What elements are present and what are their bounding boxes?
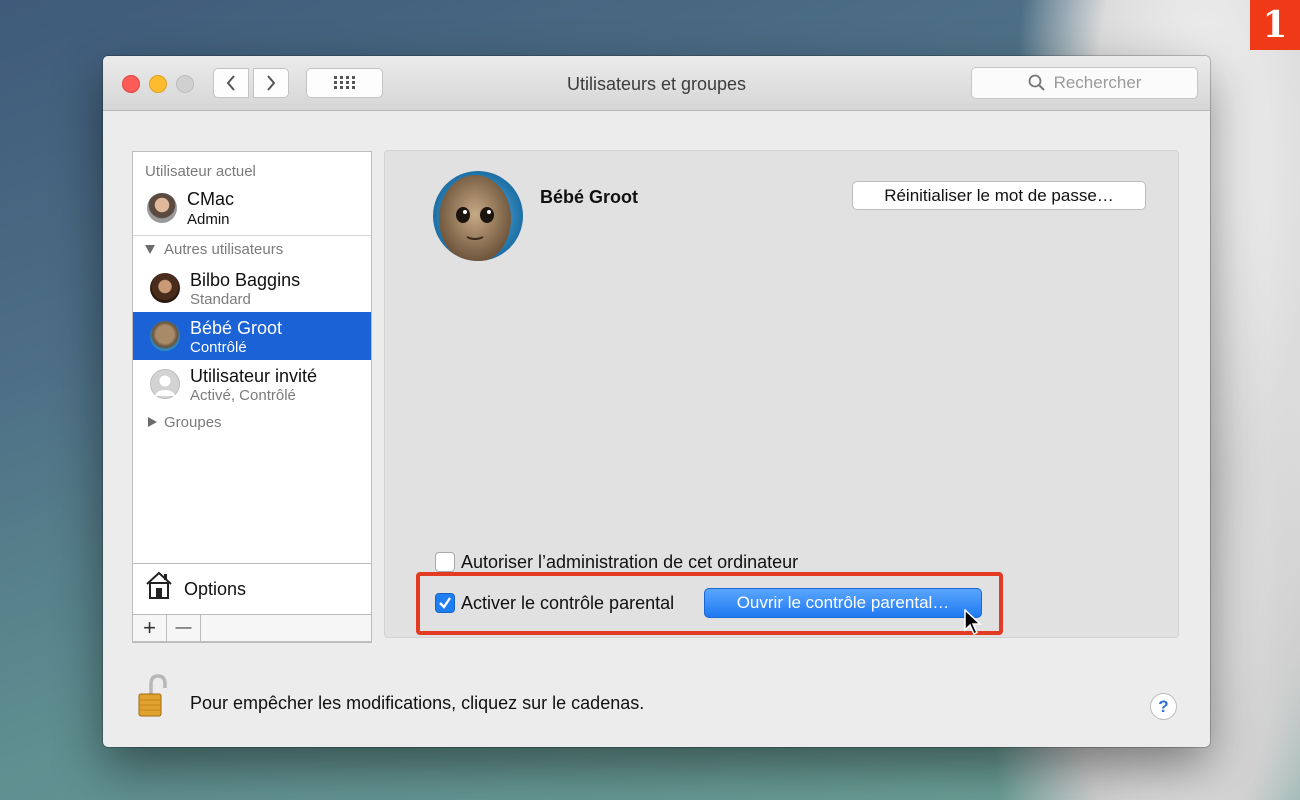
admin-checkbox-label[interactable]: Autoriser l’administration de cet ordina… [461,552,798,573]
current-user-header: Utilisateur actuel [145,163,256,180]
user-row-bilbo[interactable]: Bilbo Baggins Standard [133,264,371,312]
user-name: Bébé Groot [190,318,283,338]
user-name: CMac [187,189,235,209]
parental-control-label[interactable]: Activer le contrôle parental [461,593,674,614]
search-placeholder: Rechercher [1053,73,1142,92]
other-users-header: Autres utilisateurs [164,241,284,258]
user-role: Activé, Contrôlé [190,387,296,404]
checkmark-icon [439,597,451,609]
options-label: Options [184,579,247,599]
disclosure-closed-icon[interactable] [146,416,158,428]
user-name: Utilisateur invité [190,366,318,386]
avatar [147,193,177,223]
search-field[interactable]: Rechercher [971,67,1198,99]
disclosure-open-icon[interactable] [144,243,156,255]
parental-control-checkbox[interactable] [435,593,455,613]
user-row-bebe-groot[interactable]: Bébé Groot Contrôlé [133,312,371,360]
selected-user-name: Bébé Groot [540,187,639,207]
open-parental-controls-button[interactable]: Ouvrir le contrôle parental… [704,588,982,618]
preferences-window: Utilisateurs et groupes Rechercher Utili… [103,56,1210,747]
groot-avatar-icon [433,171,523,261]
user-name: Bilbo Baggins [190,270,301,290]
lock-message: Pour empêcher les modifications, cliquez… [190,693,645,713]
admin-checkbox[interactable] [435,552,455,572]
avatar [150,273,180,303]
avatar [150,321,180,351]
user-picture[interactable] [433,171,523,261]
options-row[interactable]: Options [133,563,371,614]
user-role: Standard [190,291,251,308]
reset-password-button[interactable]: Réinitialiser le mot de passe… [852,181,1146,210]
title-bar: Utilisateurs et groupes Rechercher [103,56,1210,111]
user-role: Contrôlé [190,339,247,356]
users-list: Utilisateur actuel CMac Admin Autres uti… [132,151,372,643]
search-icon [1028,74,1045,91]
padlock-unlocked-icon[interactable] [137,674,167,718]
user-row-cmac[interactable]: CMac Admin [133,184,371,232]
divider [133,235,371,236]
guest-avatar-icon [150,369,180,399]
user-row-guest[interactable]: Utilisateur invité Activé, Contrôlé [133,360,371,408]
add-user-button[interactable]: + [133,615,167,641]
user-role: Admin [187,211,230,228]
help-button[interactable]: ? [1150,693,1177,720]
house-icon [146,571,172,599]
remove-user-button[interactable]: — [167,615,201,641]
add-remove-bar: + — [132,614,372,642]
groups-header: Groupes [164,414,222,431]
step-badge: 1 [1250,0,1300,50]
user-detail-panel: Bébé Groot Réinitialiser le mot de passe… [384,150,1179,638]
mouse-cursor-icon [964,609,982,635]
